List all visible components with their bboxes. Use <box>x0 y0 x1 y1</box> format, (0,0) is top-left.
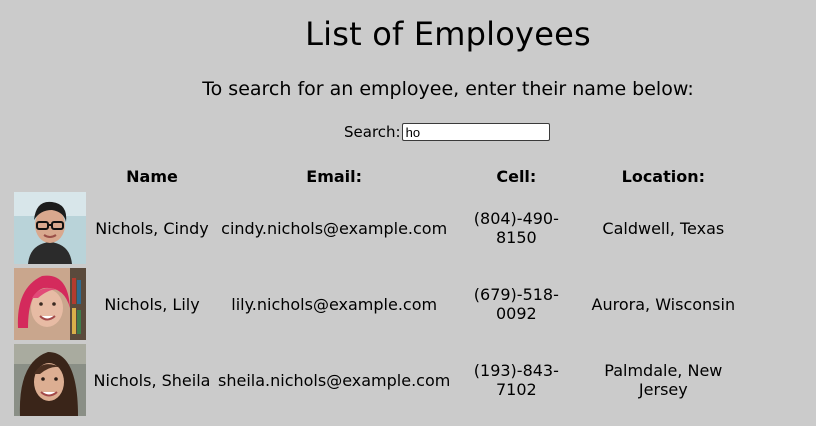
search-label: Search: <box>344 123 401 141</box>
table-row: Nichols, Cindy cindy.nichols@example.com… <box>14 192 744 264</box>
photo-cell <box>14 344 86 416</box>
employee-photo-sheila <box>14 344 86 416</box>
employee-name: Nichols, Cindy <box>95 218 209 238</box>
table-row: Nichols, Lily lily.nichols@example.com (… <box>14 268 744 340</box>
employee-directory-page: List of Employees To search for an emplo… <box>0 0 816 426</box>
search-input[interactable] <box>401 123 550 141</box>
employee-table: Name Email: Cell: Location: Nichols, Cin… <box>10 160 748 420</box>
header-location: Location: <box>621 166 706 186</box>
employee-cell: (804)-490-8150 <box>473 209 559 247</box>
table-header-row: Name Email: Cell: Location: <box>14 164 744 188</box>
header-cell: Cell: <box>496 166 537 186</box>
employee-email: sheila.nichols@example.com <box>218 370 451 390</box>
employee-name: Nichols, Lily <box>104 294 200 314</box>
employee-photo-cindy <box>14 192 86 264</box>
photo-cell <box>14 268 86 340</box>
employee-location: Aurora, Wisconsin <box>591 294 736 314</box>
header-name[interactable]: Name <box>90 164 214 188</box>
employee-email: lily.nichols@example.com <box>231 294 438 314</box>
employee-email: cindy.nichols@example.com <box>221 218 448 238</box>
table-row: Nichols, Sheila sheila.nichols@example.c… <box>14 344 744 416</box>
search-bar: Search: <box>344 121 550 143</box>
employee-location: Caldwell, Texas <box>602 218 725 238</box>
header-image <box>14 164 86 188</box>
employee-name: Nichols, Sheila <box>93 370 211 390</box>
employee-cell: (193)-843-7102 <box>473 361 559 399</box>
page-title: List of Employees <box>305 15 591 53</box>
employee-photo-lily <box>14 268 86 340</box>
header-email: Email: <box>306 166 363 186</box>
photo-cell <box>14 192 86 264</box>
employee-cell: (679)-518-0092 <box>473 285 559 323</box>
page-subtitle: To search for an employee, enter their n… <box>202 78 694 100</box>
employee-location: Palmdale, New Jersey <box>604 361 723 399</box>
